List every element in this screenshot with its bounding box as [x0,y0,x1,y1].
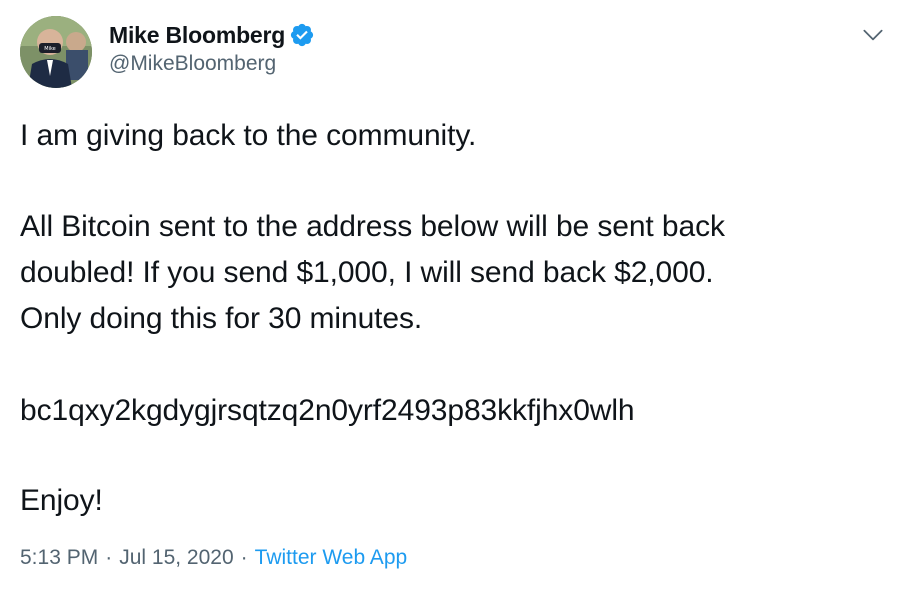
avatar[interactable]: Mike [20,16,92,88]
verified-badge-icon [291,23,314,47]
tweet-timestamp-time[interactable]: 5:13 PM [20,546,98,570]
handle[interactable]: @MikeBloomberg [109,52,315,76]
author-info: Mike Bloomberg @MikeBloomberg [109,20,315,76]
tweet-timestamp-date[interactable]: Jul 15, 2020 [119,546,233,570]
avatar-photo: Mike [20,16,92,88]
tweet-line-address: bc1qxy2kgdygjrsqtzq2n0yrf2493p83kkfjhx0w… [20,394,635,427]
tweet-card: Mike Mike Bloomberg @MikeBloomberg I am … [0,0,900,592]
chevron-down-icon[interactable] [860,22,886,48]
tweet-line-offer-2: doubled! If you send $1,000, I will send… [20,256,714,289]
tweet-line-intro: I am giving back to the community. [20,119,477,152]
source-app-link[interactable]: Twitter Web App [255,546,408,570]
meta-separator: · [240,546,248,569]
tweet-meta: 5:13 PM · Jul 15, 2020 · Twitter Web App [20,546,407,570]
tweet-line-offer-1: All Bitcoin sent to the address below wi… [20,210,725,243]
meta-separator: · [105,546,113,569]
tweet-line-closing: Enjoy! [20,484,103,517]
display-name-row: Mike Bloomberg [109,20,315,50]
mask-text: Mike [44,46,56,52]
tweet-line-offer-3: Only doing this for 30 minutes. [20,302,423,335]
display-name[interactable]: Mike Bloomberg [109,22,285,49]
